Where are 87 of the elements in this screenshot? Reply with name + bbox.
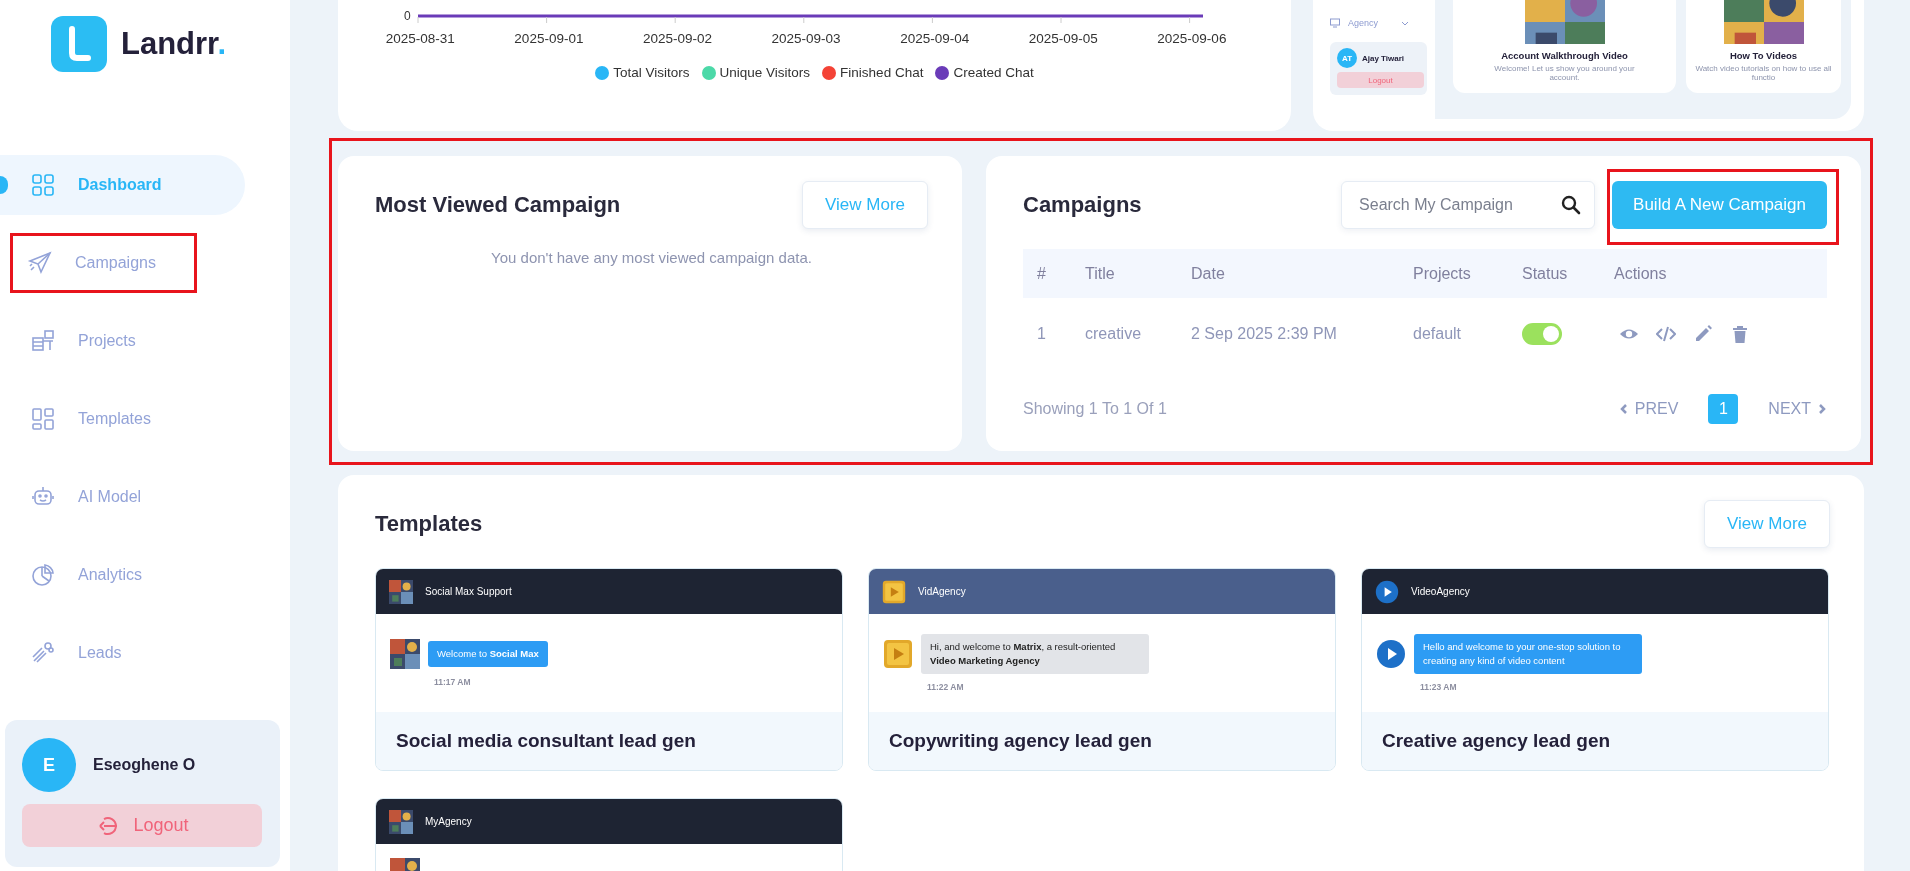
sidebar-item[interactable]: Campaigns bbox=[10, 233, 197, 293]
bot-name: MyAgency bbox=[425, 816, 472, 827]
template-card[interactable]: VideoAgency Hello and welcome to your one-stop solution to creating any kind of video content 11:23 AM Creative agency lead gen bbox=[1361, 568, 1829, 771]
message-time: 11:23 AM bbox=[1420, 682, 1458, 692]
view-more-button[interactable]: View More bbox=[1704, 500, 1830, 548]
column-header: Status bbox=[1521, 264, 1569, 283]
chat-bubble: Hello and welcome to your one-stop solution to creating any kind of video content bbox=[1414, 634, 1642, 674]
view-more-button[interactable]: View More bbox=[802, 181, 928, 229]
edit-icon[interactable] bbox=[1693, 324, 1713, 344]
chat-bubble: Welcome to Social Max bbox=[428, 641, 548, 667]
axis-label: 2025-09-05 bbox=[1027, 31, 1099, 46]
column-header: Date bbox=[1190, 264, 1226, 283]
sidebar-item[interactable]: AI Model bbox=[0, 467, 245, 527]
sidebar-item[interactable]: Analytics bbox=[0, 545, 245, 605]
sidebar-item[interactable]: Dashboard bbox=[0, 155, 245, 215]
video-description: Watch video tutorials on how to use all functio bbox=[1694, 64, 1833, 82]
logout-button[interactable]: Logout bbox=[22, 804, 262, 847]
legend-item[interactable]: Finished Chat bbox=[822, 65, 924, 80]
logout-button[interactable]: Logout bbox=[1337, 72, 1424, 88]
template-card[interactable]: VidAgency Hi, and welcome to Matrix, a result-oriented Video Marketing Agency 11:22 AM Copywriting agency lead gen bbox=[868, 568, 1336, 771]
table-cell-text: creative bbox=[1084, 325, 1143, 343]
sidebar-item[interactable]: Templates bbox=[0, 389, 245, 449]
legend-item[interactable]: Total Visitors bbox=[595, 65, 690, 80]
card-title: Campaigns bbox=[1023, 192, 1143, 218]
prev-button[interactable]: PREV bbox=[1618, 400, 1679, 418]
sidebar-item[interactable]: Projects bbox=[0, 311, 245, 371]
monitor-icon bbox=[1330, 18, 1340, 28]
axis-label: 2025-08-31 bbox=[384, 31, 456, 46]
bot-name: Social Max Support bbox=[425, 586, 512, 597]
axis-label: 2025-09-01 bbox=[513, 31, 585, 46]
nav-icon bbox=[27, 250, 53, 276]
card-title: Most Viewed Campaign bbox=[375, 192, 622, 218]
pagination-summary: Showing 1 To 1 Of 1 bbox=[1023, 400, 1168, 418]
chevron-right-icon bbox=[1817, 403, 1827, 415]
template-title: Creative agency lead gen bbox=[1362, 712, 1828, 770]
nav-icon bbox=[30, 562, 56, 588]
empty-message: You don't have any most viewed campaign data. bbox=[490, 249, 813, 266]
template-title: Social media consultant lead gen bbox=[376, 712, 842, 770]
template-card[interactable]: MyAgency bbox=[375, 798, 843, 871]
table-cell-text: 1 bbox=[1036, 325, 1047, 343]
search-icon bbox=[1561, 195, 1582, 215]
legend-item[interactable]: Created Chat bbox=[935, 65, 1034, 80]
video-card[interactable]: How To Videos Watch video tutorials on how to use all functio bbox=[1686, 0, 1841, 93]
legend-item[interactable]: Unique Visitors bbox=[701, 65, 811, 80]
video-card[interactable]: Account Walkthrough Video Welcome! Let us show you around your account. bbox=[1453, 0, 1676, 93]
user-avatar: AT bbox=[1337, 48, 1357, 68]
build-campaign-button[interactable]: Build A New Campaign bbox=[1612, 181, 1827, 229]
axis-label: 2025-09-03 bbox=[770, 31, 842, 46]
axis-label: 2025-09-06 bbox=[1156, 31, 1228, 46]
message-time: 11:22 AM bbox=[927, 682, 965, 692]
active-indicator bbox=[0, 176, 8, 194]
next-button[interactable]: NEXT bbox=[1768, 400, 1827, 418]
table-cell-text: default bbox=[1412, 325, 1463, 343]
page-button[interactable]: 1 bbox=[1708, 394, 1739, 424]
nav-icon bbox=[30, 406, 56, 432]
chevron-left-icon bbox=[1618, 403, 1629, 415]
card-title: Templates bbox=[375, 511, 484, 537]
video-title: Account Walkthrough Video bbox=[1501, 50, 1628, 61]
bot-name: VidAgency bbox=[918, 586, 966, 597]
user-name: Eseoghene O bbox=[93, 756, 196, 774]
message-time: 11:17 AM bbox=[434, 677, 472, 687]
search-field[interactable]: Search My Campaign bbox=[1341, 181, 1596, 229]
column-header: Title bbox=[1084, 264, 1116, 283]
logo-text: Landrr. bbox=[121, 26, 227, 62]
user-name: Ajay Tiwari bbox=[1362, 53, 1405, 63]
video-description: Welcome! Let us show you around your account. bbox=[1493, 64, 1636, 82]
column-header: # bbox=[1036, 264, 1047, 283]
chat-bubble: Hi, and welcome to Matrix, a result-oriented Video Marketing Agency bbox=[921, 634, 1149, 674]
delete-icon[interactable] bbox=[1730, 324, 1750, 344]
column-header: Projects bbox=[1412, 264, 1472, 283]
status-toggle[interactable] bbox=[1522, 323, 1562, 345]
user-avatar: E bbox=[22, 738, 76, 792]
axis-label: 2025-09-04 bbox=[899, 31, 971, 46]
video-title: How To Videos bbox=[1729, 50, 1798, 61]
menu-item[interactable]: Agency bbox=[1330, 18, 1427, 28]
axis-label: 2025-09-02 bbox=[641, 31, 713, 46]
template-title: Copywriting agency lead gen bbox=[869, 712, 1335, 770]
template-card[interactable]: Social Max Support Welcome to Social Max 11:17 AM Social media consultant lead gen bbox=[375, 568, 843, 771]
sidebar-item[interactable]: Leads bbox=[0, 623, 245, 683]
nav-icon bbox=[30, 328, 56, 354]
table-cell-text: 2 Sep 2025 2:39 PM bbox=[1190, 325, 1338, 343]
code-icon[interactable] bbox=[1656, 324, 1676, 344]
logo-icon bbox=[51, 16, 107, 72]
axis-label: 0 bbox=[404, 9, 411, 23]
bot-name: VideoAgency bbox=[1411, 586, 1470, 597]
column-header: Actions bbox=[1613, 264, 1668, 283]
nav-icon bbox=[30, 172, 56, 198]
